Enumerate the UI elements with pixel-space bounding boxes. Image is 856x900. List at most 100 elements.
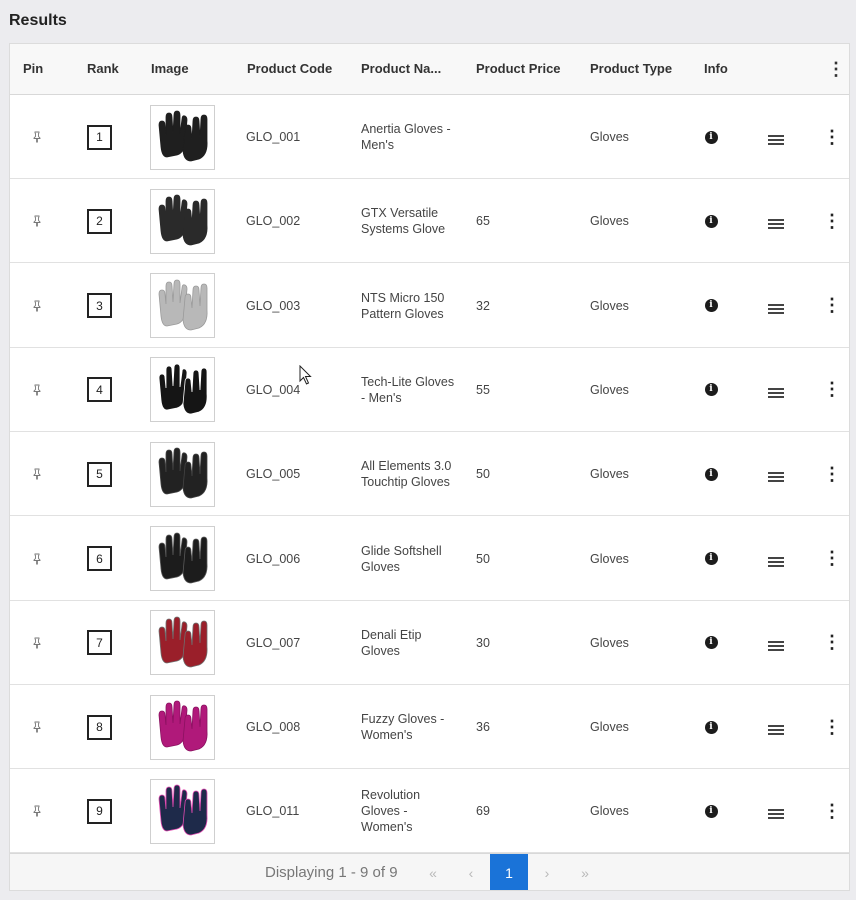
- drag-handle-icon[interactable]: [767, 179, 785, 263]
- row-menu-kebab-icon[interactable]: ⋮: [823, 685, 841, 769]
- product-type: Gloves: [590, 804, 629, 819]
- info-icon[interactable]: i: [704, 179, 718, 263]
- rank-badge: 7: [87, 630, 112, 656]
- product-image-cell: [150, 517, 216, 601]
- product-price: 32: [476, 298, 490, 313]
- column-header-product-type[interactable]: Product Type: [590, 44, 672, 94]
- drag-handle-icon[interactable]: [767, 517, 785, 601]
- row-menu-kebab-icon[interactable]: ⋮: [823, 432, 841, 516]
- product-name: GTX Versatile Systems Glove: [361, 206, 446, 237]
- rank-cell: 9: [87, 769, 113, 853]
- drag-handle-icon[interactable]: [767, 601, 785, 685]
- last-page-icon[interactable]: »: [566, 854, 604, 890]
- rank-badge: 6: [87, 546, 112, 571]
- rank-badge: 1: [87, 124, 112, 150]
- pin-icon[interactable]: [30, 348, 44, 432]
- rank-badge: 2: [87, 208, 112, 234]
- product-code: GLO_008: [246, 720, 301, 735]
- column-header-info[interactable]: Info: [704, 44, 728, 94]
- product-name: Denali Etip Gloves: [361, 627, 422, 658]
- next-page-icon[interactable]: ›: [528, 854, 566, 890]
- info-icon[interactable]: i: [704, 264, 718, 348]
- rank-cell: 5: [87, 432, 113, 516]
- pin-icon[interactable]: [30, 95, 44, 179]
- product-type: Gloves: [590, 298, 629, 313]
- table-row[interactable]: 7 GLO_007 Denali Etip Gloves 30 Gloves i ⋮: [10, 600, 849, 685]
- pin-icon[interactable]: [30, 179, 44, 263]
- product-type: Gloves: [590, 382, 629, 397]
- product-code: GLO_004: [246, 382, 301, 397]
- rank-cell: 2: [87, 179, 113, 263]
- row-menu-kebab-icon[interactable]: ⋮: [823, 179, 841, 263]
- table-row[interactable]: 4 GLO_004 Tech-Lite Gloves - Men's 55 Gloves…: [10, 347, 849, 432]
- rank-badge: 3: [87, 293, 112, 319]
- drag-handle-icon[interactable]: [767, 432, 785, 516]
- table-row[interactable]: 1 GLO_001 Anertia Gloves - Men's Gloves i ⋮: [10, 95, 849, 179]
- product-code: GLO_003: [246, 298, 301, 313]
- column-header-image[interactable]: Image: [151, 44, 189, 94]
- column-header-rank[interactable]: Rank: [87, 44, 119, 94]
- drag-handle-icon[interactable]: [767, 95, 785, 179]
- rank-cell: 4: [87, 348, 113, 432]
- column-header-product-name[interactable]: Product Na...: [361, 44, 441, 94]
- rank-badge: 5: [87, 461, 112, 487]
- pin-icon[interactable]: [30, 685, 44, 769]
- row-menu-kebab-icon[interactable]: ⋮: [823, 348, 841, 432]
- column-header-pin[interactable]: Pin: [23, 44, 43, 94]
- row-menu-kebab-icon[interactable]: ⋮: [823, 517, 841, 601]
- row-menu-kebab-icon[interactable]: ⋮: [823, 769, 841, 853]
- product-code: GLO_006: [246, 551, 301, 566]
- product-image-cell: [150, 264, 216, 348]
- product-price: 30: [476, 635, 490, 650]
- page-number-current[interactable]: 1: [490, 854, 528, 890]
- table-row[interactable]: 2 GLO_002 GTX Versatile Systems Glove 65 Glo…: [10, 179, 849, 264]
- pin-icon[interactable]: [30, 264, 44, 348]
- rank-badge: 8: [87, 714, 112, 740]
- product-code: GLO_005: [246, 467, 301, 482]
- product-type: Gloves: [590, 635, 629, 650]
- page-title: Results: [9, 12, 67, 29]
- product-image-cell: [150, 95, 216, 179]
- column-menu-kebab-icon[interactable]: ⋮: [827, 44, 845, 94]
- pin-icon[interactable]: [30, 432, 44, 516]
- table-row[interactable]: 3 GLO_003 NTS Micro 150 Pattern Gloves 32 Gl…: [10, 263, 849, 348]
- drag-handle-icon[interactable]: [767, 685, 785, 769]
- product-price: 36: [476, 720, 490, 735]
- info-icon[interactable]: i: [704, 769, 718, 853]
- first-page-icon[interactable]: «: [414, 854, 452, 890]
- product-code: GLO_001: [246, 130, 301, 144]
- drag-handle-icon[interactable]: [767, 769, 785, 853]
- product-name: Anertia Gloves - Men's: [361, 122, 451, 152]
- product-price: 55: [476, 382, 490, 397]
- drag-handle-icon[interactable]: [767, 348, 785, 432]
- grid-header: Pin Rank Image Product Code Product Na..…: [10, 44, 849, 95]
- prev-page-icon[interactable]: ‹: [452, 854, 490, 890]
- product-name: Glide Softshell Gloves: [361, 543, 442, 574]
- row-menu-kebab-icon[interactable]: ⋮: [823, 601, 841, 685]
- rank-cell: 1: [87, 95, 113, 179]
- product-image: [150, 778, 215, 844]
- results-grid: Pin Rank Image Product Code Product Na..…: [9, 43, 850, 891]
- row-menu-kebab-icon[interactable]: ⋮: [823, 264, 841, 348]
- info-icon[interactable]: i: [704, 432, 718, 516]
- info-icon[interactable]: i: [704, 685, 718, 769]
- product-image-cell: [150, 348, 216, 432]
- column-header-product-price[interactable]: Product Price: [476, 44, 561, 94]
- info-icon[interactable]: i: [704, 601, 718, 685]
- drag-handle-icon[interactable]: [767, 264, 785, 348]
- pin-icon[interactable]: [30, 517, 44, 601]
- table-row[interactable]: 6 GLO_006 Glide Softshell Gloves 50 Gloves i ⋮: [10, 516, 849, 601]
- product-image: [150, 104, 215, 170]
- row-menu-kebab-icon[interactable]: ⋮: [823, 95, 841, 179]
- pin-icon[interactable]: [30, 769, 44, 853]
- table-row[interactable]: 5 GLO_005 All Elements 3.0 Touchtip Gloves…: [10, 432, 849, 517]
- info-icon[interactable]: i: [704, 517, 718, 601]
- info-icon[interactable]: i: [704, 95, 718, 179]
- info-icon[interactable]: i: [704, 348, 718, 432]
- product-price: 50: [476, 467, 490, 482]
- product-image-cell: [150, 432, 216, 516]
- table-row[interactable]: 8 GLO_008 Fuzzy Gloves - Women's 36 Gloves i ⋮: [10, 685, 849, 770]
- table-row[interactable]: 9 GLO_011 Revolution Gloves - Women's 69 Glo…: [10, 769, 849, 854]
- column-header-product-code[interactable]: Product Code: [247, 44, 332, 94]
- pin-icon[interactable]: [30, 601, 44, 685]
